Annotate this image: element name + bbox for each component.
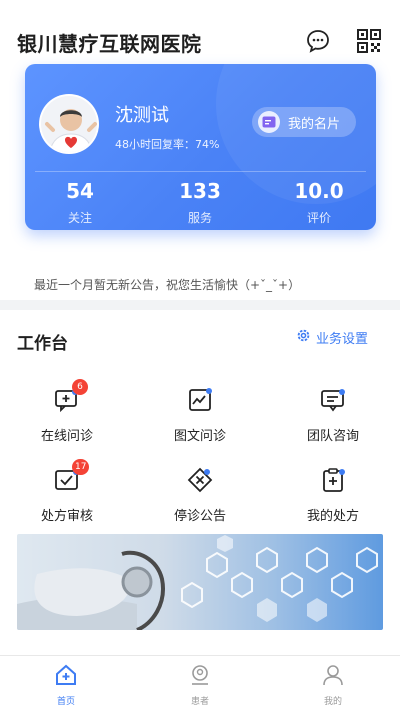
business-settings-label: 业务设置: [316, 332, 369, 347]
stat-value: 10.0: [294, 179, 344, 203]
card-divider: [35, 171, 366, 172]
stat-services[interactable]: 133 服务: [155, 179, 245, 226]
grid-label: 处方审核: [40, 509, 93, 524]
grid-my-prescription[interactable]: 我的处方: [278, 467, 388, 524]
gear-icon: [296, 328, 311, 347]
grid-label: 我的处方: [306, 509, 359, 524]
qr-code-icon[interactable]: [356, 28, 382, 54]
my-prescription-icon: [320, 467, 346, 493]
tab-label: 首页: [56, 697, 75, 707]
bottom-tab-bar: 首页 患者 我的: [0, 655, 400, 711]
stat-label: 服务: [187, 211, 212, 225]
workbench-title: 工作台: [17, 334, 68, 354]
patient-icon: [188, 665, 212, 690]
message-icon[interactable]: [305, 28, 331, 54]
my-card-button[interactable]: 我的名片: [252, 107, 356, 137]
stat-value: 133: [179, 179, 221, 203]
tab-patients[interactable]: 患者: [170, 664, 230, 707]
promo-banner[interactable]: [17, 534, 383, 630]
prescription-review-icon: 17: [54, 459, 90, 493]
grid-label: 团队咨询: [306, 429, 359, 444]
grid-online-consult[interactable]: 6 在线问诊: [12, 379, 122, 444]
online-consult-icon: 6: [54, 379, 88, 413]
doctor-name: 沈测试: [115, 105, 169, 126]
unread-badge: 17: [72, 459, 90, 475]
stat-value: 54: [66, 179, 94, 203]
section-divider: [0, 300, 400, 310]
business-card-icon: [258, 111, 280, 133]
announcement-text[interactable]: 最近一个月暂无新公告，祝您生活愉快（+ˇ_ˇ+）: [34, 276, 300, 293]
reply-rate: 48小时回复率：74%: [115, 138, 220, 151]
tab-profile[interactable]: 我的: [303, 664, 363, 707]
doctor-avatar[interactable]: [39, 94, 99, 154]
my-card-label: 我的名片: [288, 116, 341, 132]
grid-team-consult[interactable]: 团队咨询: [278, 387, 388, 444]
grid-label: 停诊公告: [173, 509, 226, 524]
team-consult-icon: [320, 387, 346, 413]
tab-label: 我的: [323, 697, 342, 707]
grid-image-text-consult[interactable]: 图文问诊: [145, 387, 255, 444]
grid-suspension-notice[interactable]: 停诊公告: [145, 467, 255, 524]
business-settings-button[interactable]: 业务设置: [296, 328, 368, 347]
tab-home[interactable]: 首页: [36, 664, 96, 707]
app-title: 银川慧疗互联网医院: [17, 32, 202, 56]
doctor-profile-card[interactable]: 沈测试 48小时回复率：74% 我的名片 54 关注 133 服务 10.0 评…: [25, 64, 376, 230]
tab-label: 患者: [190, 697, 209, 707]
grid-label: 在线问诊: [40, 429, 93, 444]
stat-rating[interactable]: 10.0 评价: [274, 179, 364, 226]
stat-label: 关注: [67, 211, 92, 225]
unread-badge: 6: [72, 379, 88, 395]
grid-prescription-review[interactable]: 17 处方审核: [12, 459, 122, 524]
stat-followers[interactable]: 54 关注: [35, 179, 125, 226]
app-header: 银川慧疗互联网医院: [0, 0, 400, 64]
medical-banner-image: [17, 535, 378, 630]
profile-icon: [321, 665, 345, 690]
home-icon: [54, 664, 78, 690]
image-text-consult-icon: [187, 387, 213, 413]
suspension-notice-icon: [187, 467, 213, 493]
grid-label: 图文问诊: [173, 429, 226, 444]
stat-label: 评价: [306, 211, 331, 225]
